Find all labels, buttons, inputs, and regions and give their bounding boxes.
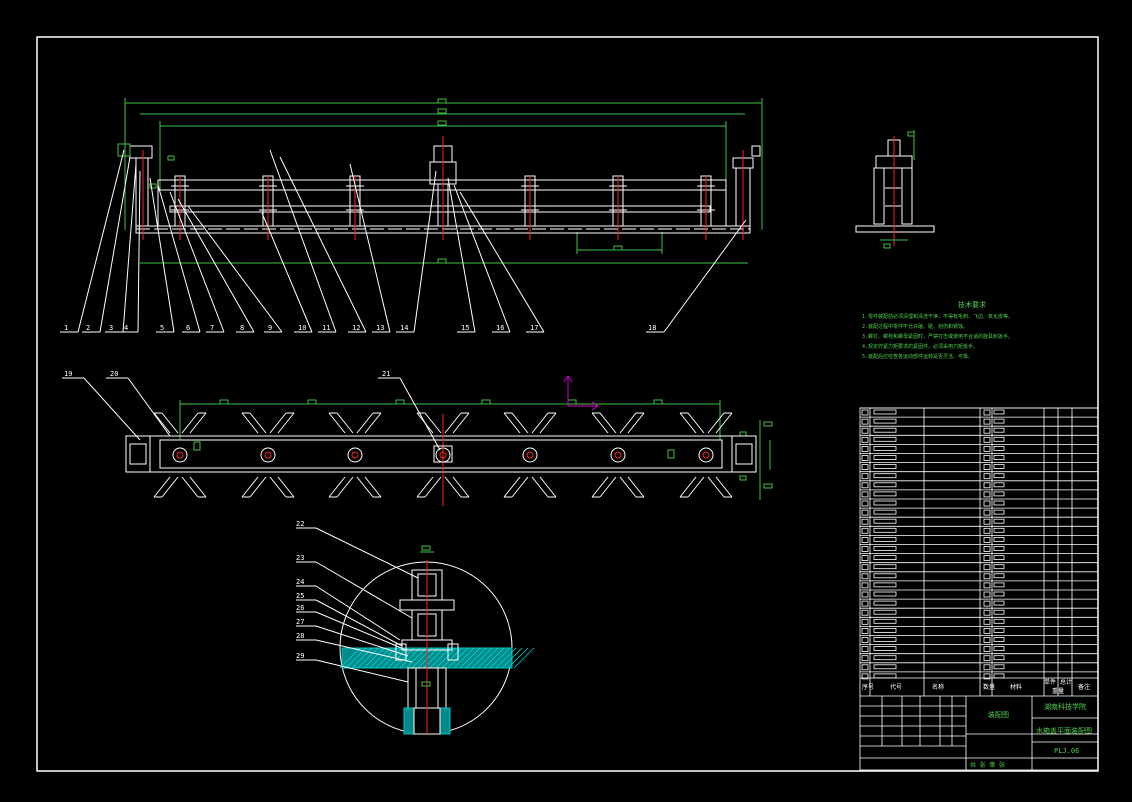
header-weight: 重量 bbox=[1052, 688, 1065, 695]
balloon-number: 19 bbox=[64, 370, 73, 378]
parts-list bbox=[859, 407, 1099, 771]
header-total-weight: 总计 bbox=[1060, 679, 1073, 686]
balloon-number: 10 bbox=[298, 324, 307, 332]
balloon-number: 23 bbox=[296, 554, 305, 562]
side-view bbox=[855, 130, 935, 249]
header-seq: 序号 bbox=[862, 684, 875, 691]
balloon-number: 1 bbox=[64, 324, 69, 332]
header-unit-weight: 单件 bbox=[1044, 679, 1057, 686]
balloon-number: 20 bbox=[110, 370, 119, 378]
sheet-count: 共 张 第 张 bbox=[970, 762, 1005, 769]
balloon-number: 29 bbox=[296, 652, 305, 660]
school-name: 湖南科技学院 bbox=[1044, 703, 1086, 711]
drawing-canvas bbox=[36, 36, 1099, 772]
top-view bbox=[62, 375, 773, 506]
header-remark: 备注 bbox=[1078, 684, 1091, 691]
tech-requirement-line: 4.规定拧紧力矩要求的紧固件，必须采用力矩扳手。 bbox=[862, 344, 979, 350]
tech-requirement-line: 3.螺钉、螺栓和螺母紧固时，严禁打击或使用不合适的旋具和扳手。 bbox=[862, 334, 1014, 340]
balloon-number: 18 bbox=[648, 324, 657, 332]
balloon-number: 24 bbox=[296, 578, 305, 586]
balloon-number: 26 bbox=[296, 604, 305, 612]
balloon-number: 15 bbox=[461, 324, 470, 332]
balloon-number: 2 bbox=[86, 324, 91, 332]
detail-view bbox=[296, 527, 535, 735]
balloon-number: 13 bbox=[376, 324, 385, 332]
balloon-number: 7 bbox=[210, 324, 215, 332]
header-name: 名称 bbox=[932, 684, 945, 691]
balloon-number: 22 bbox=[296, 520, 305, 528]
drawing-name: 装配图 bbox=[988, 711, 1009, 719]
header-qty: 数量 bbox=[983, 684, 996, 691]
balloon-number: 16 bbox=[496, 324, 505, 332]
tech-requirements-title: 技术要求 bbox=[958, 301, 986, 309]
balloon-number: 8 bbox=[240, 324, 245, 332]
header-material: 材料 bbox=[1010, 684, 1023, 691]
balloon-number: 11 bbox=[322, 324, 331, 332]
front-view bbox=[60, 98, 763, 333]
balloon-number: 5 bbox=[160, 324, 165, 332]
balloon-number: 17 bbox=[530, 324, 539, 332]
balloon-number: 25 bbox=[296, 592, 305, 600]
balloon-number: 4 bbox=[124, 324, 129, 332]
balloon-number: 21 bbox=[382, 370, 391, 378]
balloon-number: 12 bbox=[352, 324, 361, 332]
balloon-number: 9 bbox=[268, 324, 273, 332]
balloon-number: 27 bbox=[296, 618, 305, 626]
balloon-number: 14 bbox=[400, 324, 409, 332]
balloon-number: 6 bbox=[186, 324, 191, 332]
tech-requirement-line: 2.装配过程中零件不允许磕、碰、划伤和锈蚀。 bbox=[862, 324, 969, 330]
balloon-number: 3 bbox=[109, 324, 114, 332]
tech-requirement-line: 1.零件装配前必须清理和清洗干净，不得有毛刺、飞边、氧化皮等。 bbox=[862, 314, 1014, 320]
product-name: 水箱盖平面装配图 bbox=[1036, 727, 1092, 735]
balloon-number: 28 bbox=[296, 632, 305, 640]
tech-requirement-line: 5.装配后应检查各运动部件运转是否灵活、可靠。 bbox=[862, 354, 974, 360]
drawing-number: PLJ.06 bbox=[1054, 747, 1080, 755]
technical-requirements: 技术要求 1.零件装配前必须清理和清洗干净，不得有毛刺、飞边、氧化皮等。 2.装… bbox=[862, 300, 1102, 362]
header-code: 代号 bbox=[890, 684, 903, 691]
